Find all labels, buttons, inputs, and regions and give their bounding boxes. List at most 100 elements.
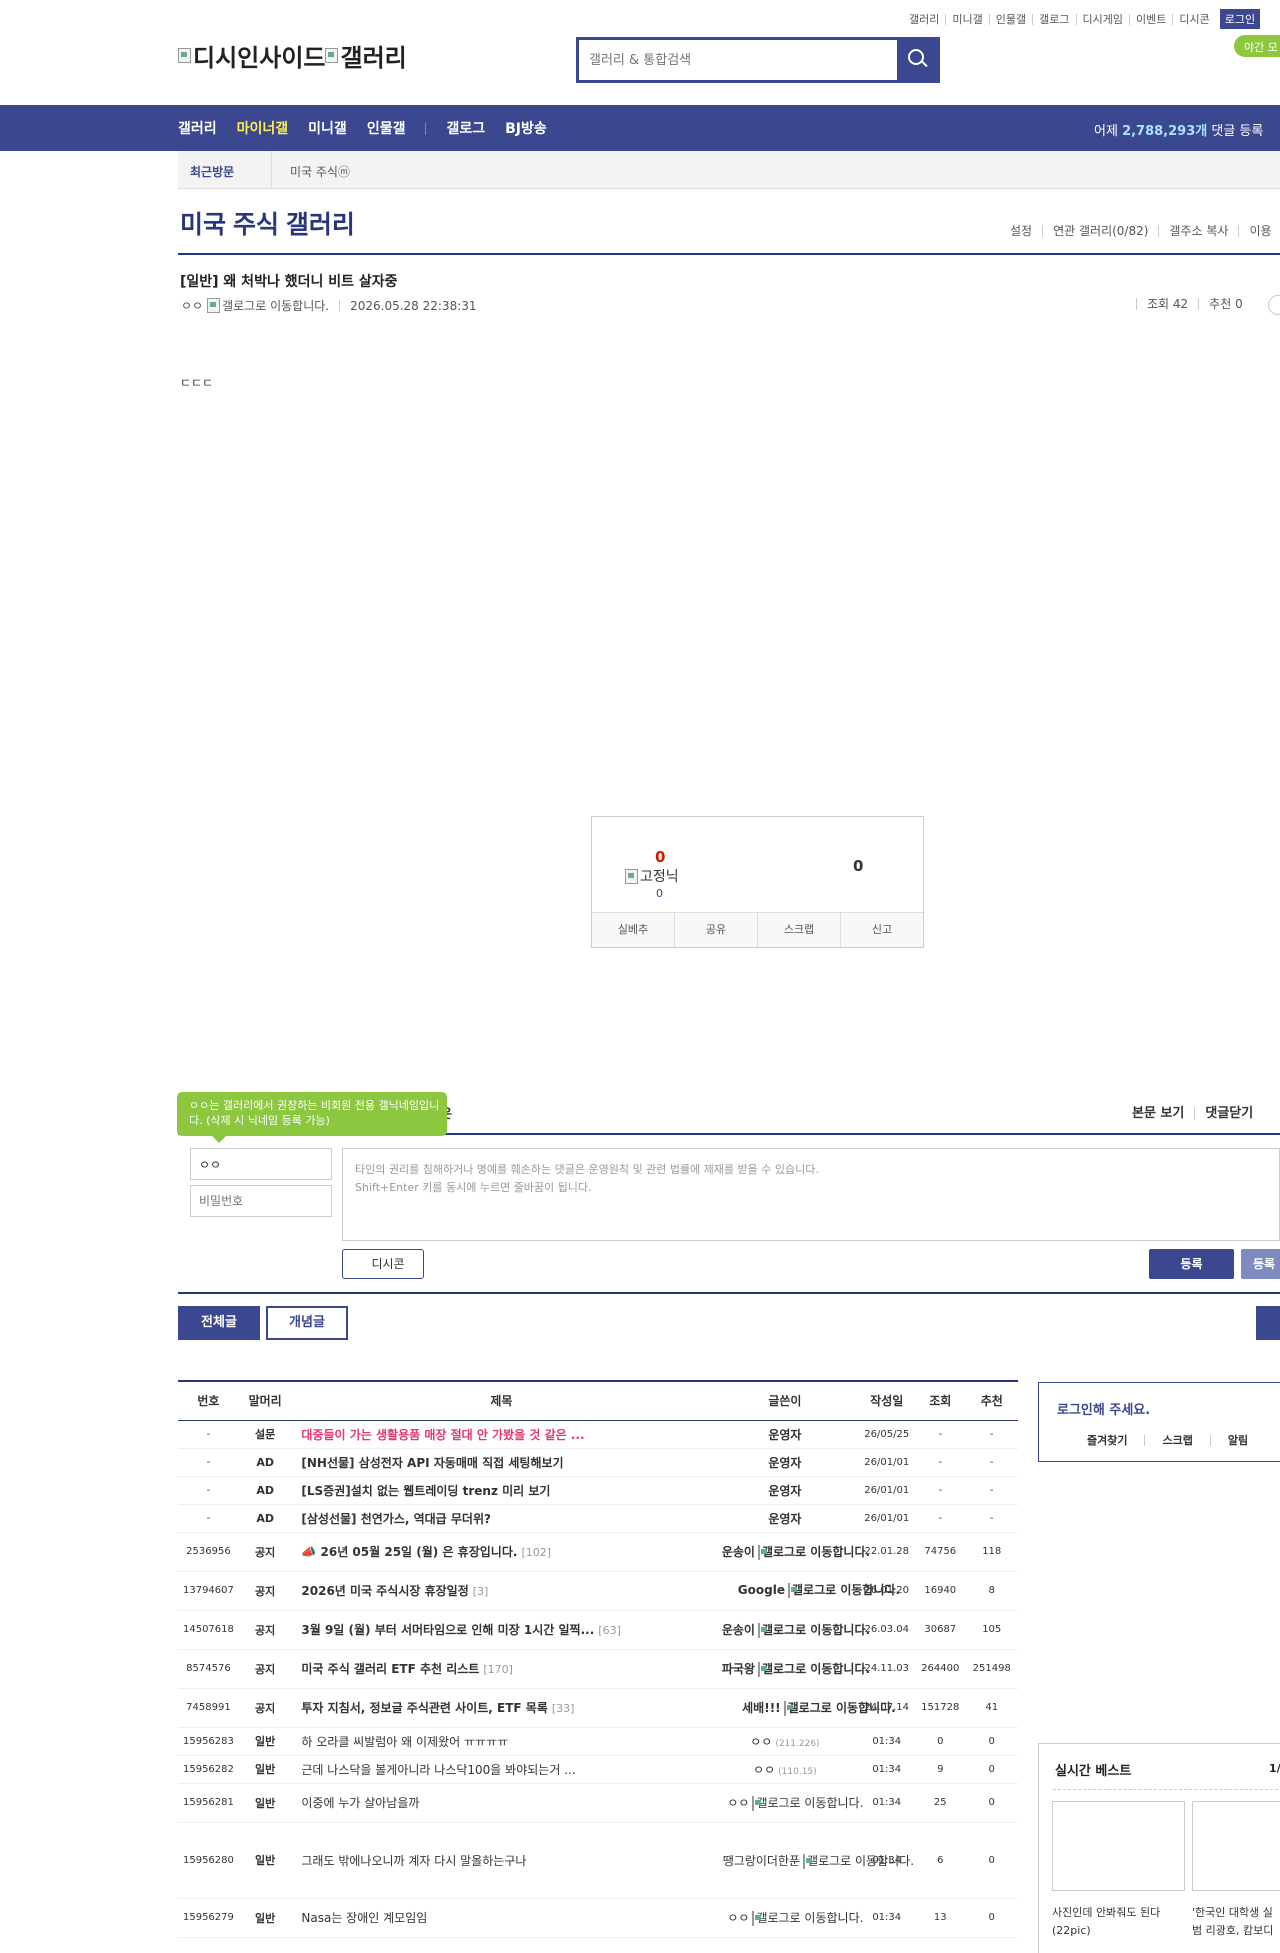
settings-link[interactable]: 설정 — [1000, 225, 1042, 237]
post-writer[interactable]: ㅇㅇ (211.226) — [711, 1727, 859, 1756]
post-writer[interactable]: 파국왕 갤로그로 이동합니다. — [711, 1649, 870, 1689]
table-row[interactable]: 15956281 일반 이중에 누가 살아남을까 ㅇㅇ 갤로그로 이동합니다. 01:34… — [178, 1783, 1018, 1823]
post-writer[interactable]: 운영자 — [711, 1448, 859, 1477]
post-writer[interactable]: 운영자 — [711, 1420, 859, 1449]
util-link-person[interactable]: 인물갤 — [988, 13, 1032, 25]
best-caption[interactable]: '한국인 대학생 실 범 리광호, 캄보디 — [1192, 1904, 1273, 1940]
post-subject-text[interactable]: 그래도 밖에나오니까 계자 다시 말올하는구나 — [301, 1854, 526, 1868]
writer-name[interactable]: 운송이 — [722, 1545, 755, 1559]
post-subject-text[interactable]: 이중에 누가 살아남을까 — [301, 1796, 419, 1810]
util-link-game[interactable]: 디시게임 — [1075, 13, 1129, 25]
report-button[interactable]: 신고 — [840, 913, 923, 947]
post-subject-text[interactable]: 투자 지침서, 정보글 주식관련 사이트, ETF 목록 — [301, 1701, 547, 1715]
gallog-icon[interactable] — [207, 298, 221, 313]
tab-concept-posts[interactable]: 개념글 — [266, 1306, 348, 1340]
best-thumbnail[interactable] — [1052, 1801, 1185, 1891]
table-row[interactable]: 15956279 일반 Nasa는 장애인 계모임임 ㅇㅇ 갤로그로 이동합니다. 01:… — [178, 1898, 1018, 1938]
post-writer[interactable]: ㅇㅇ 갤로그로 이동합니다. — [711, 1898, 863, 1938]
writer-name[interactable]: 세배!!! — [742, 1701, 781, 1715]
reply-count[interactable]: [170] — [483, 1663, 513, 1676]
post-writer[interactable]: 운영자 — [711, 1476, 859, 1505]
nav-person-gallery[interactable]: 인물갤 — [367, 118, 406, 138]
reply-count[interactable]: [33] — [552, 1702, 575, 1715]
search-icon[interactable] — [897, 40, 937, 80]
post-subject-text[interactable]: 미국 주식 갤러리 ETF 추천 리스트 — [301, 1662, 479, 1676]
reply-count[interactable]: [102] — [521, 1546, 551, 1559]
post-subject[interactable]: 📣 26년 05월 25일 (월) 은 휴장입니다. [102] — [291, 1532, 712, 1572]
util-link-event[interactable]: 이벤트 — [1128, 13, 1172, 25]
writer-name[interactable]: ㅇㅇ — [753, 1763, 775, 1777]
post-subject[interactable]: Nasa는 장애인 계모임임 — [291, 1898, 712, 1938]
post-subject[interactable]: 대중들이 가는 생활용품 매장 절대 안 가봤을 것 같은 ... — [291, 1420, 712, 1449]
post-subject[interactable]: 그래도 밖에나오니까 계자 다시 말올하는구나 — [291, 1822, 712, 1899]
view-body-link[interactable]: 본문 보기 — [1122, 1107, 1194, 1120]
post-writer[interactable]: 운송이 갤로그로 이동합니다. — [711, 1610, 870, 1650]
table-row[interactable]: - AD [LS증권]설치 없는 웹트레이딩 trenz 미리 보기 운영자 26/01… — [178, 1476, 1018, 1505]
table-row[interactable]: - AD [삼성선물] 천연가스, 역대급 무더위? 운영자 26/01/01- - — [178, 1504, 1018, 1533]
table-row[interactable]: - 설문 대중들이 가는 생활용품 매장 절대 안 가봤을 것 같은 ... 운영자 2… — [178, 1420, 1018, 1449]
writer-name[interactable]: Google — [738, 1583, 785, 1597]
post-writer[interactable]: ㅇㅇ (110.15) — [711, 1755, 859, 1784]
gallog-link[interactable]: 갤로그로 이동합니다. — [752, 1796, 863, 1811]
table-row[interactable]: 15956283 일반 하 오라클 씨발럼아 왜 이제왔어 ㅠㅠㅠㅠ ㅇㅇ (211.2… — [178, 1727, 1018, 1756]
copy-address-link[interactable]: 갤주소 복사 — [1158, 225, 1238, 237]
nav-minor-gallery[interactable]: 마이너갤 — [237, 118, 289, 138]
recent-visit-label[interactable]: 최근방문 — [190, 163, 234, 180]
more-options-icon[interactable] — [1268, 295, 1280, 315]
post-subject-text[interactable]: 2026년 미국 주식시장 휴장일정 — [301, 1584, 468, 1598]
post-subject[interactable]: 3월 9일 (월) 부터 서머타임으로 인해 미장 1시간 일찍... [63] — [291, 1610, 712, 1650]
post-writer[interactable]: 땡그랑이더한푼 갤로그로 이동합니다. — [711, 1822, 914, 1899]
gallog-link[interactable]: 갤로그로 이동합니다. — [803, 1853, 914, 1869]
nav-bj[interactable]: BJ방송 — [505, 118, 547, 138]
util-link-dccon[interactable]: 디시콘 — [1172, 13, 1215, 25]
post-subject-text[interactable]: [LS증권]설치 없는 웹트레이딩 trenz 미리 보기 — [301, 1484, 550, 1498]
table-row[interactable]: 15956282 일반 근데 나스닥을 볼게아니라 나스닥100을 봐야되는거 ..… — [178, 1755, 1018, 1784]
post-subject[interactable]: [삼성선물] 천연가스, 역대급 무더위? — [291, 1504, 712, 1533]
writer-name[interactable]: 파국왕 — [722, 1662, 755, 1676]
real-best-button[interactable]: 실베추 — [592, 913, 674, 947]
table-row[interactable]: 15956280 일반 그래도 밖에나오니까 계자 다시 말올하는구나 땡그랑이더한푼… — [178, 1822, 1018, 1899]
table-row[interactable]: 14507618 공지 3월 9일 (월) 부터 서머타임으로 인해 미장 1시간 … — [178, 1610, 1018, 1650]
post-writer[interactable]: Google 갤로그로 이동합니다. — [711, 1571, 900, 1611]
writer-name[interactable]: 운영자 — [768, 1428, 801, 1442]
best-thumbnail[interactable] — [1192, 1801, 1280, 1891]
writer-name[interactable]: ㅇㅇ — [727, 1796, 749, 1810]
table-row[interactable]: 2536956 공지 📣 26년 05월 25일 (월) 은 휴장입니다. [102]… — [178, 1532, 1018, 1572]
gallog-link[interactable]: 갤로그로 이동합니다. — [783, 1701, 896, 1716]
util-link-gallog[interactable]: 갤로그 — [1032, 13, 1075, 25]
scrap-button[interactable]: 스크랩 — [757, 913, 840, 947]
login-prompt[interactable]: 로그인해 주세요. — [1057, 1399, 1150, 1418]
dccon-button[interactable]: 디시콘 — [342, 1249, 424, 1279]
post-subject[interactable]: 2026년 미국 주식시장 휴장일정 [3] — [291, 1571, 712, 1611]
post-subject[interactable]: 하 오라클 씨발럼아 왜 이제왔어 ㅠㅠㅠㅠ — [291, 1727, 712, 1756]
alert-link[interactable]: 알림 — [1209, 1435, 1265, 1446]
util-link-mini[interactable]: 미니갤 — [945, 13, 988, 25]
search-input[interactable] — [579, 40, 899, 80]
related-gallery-link[interactable]: 연관 갤러리(0/82) — [1042, 225, 1158, 237]
post-subject-text[interactable]: 대중들이 가는 생활용품 매장 절대 안 가봤을 것 같은 ... — [301, 1428, 584, 1442]
post-writer[interactable]: 세배!!! 갤로그로 이동합니다. — [711, 1688, 896, 1728]
tab-all-posts[interactable]: 전체글 — [178, 1306, 260, 1340]
writer-name[interactable]: 운영자 — [768, 1484, 801, 1498]
post-subject[interactable]: [NH선물] 삼성전자 API 자동매매 직접 세팅해보기 — [291, 1448, 712, 1477]
util-link-gallery[interactable]: 갤러리 — [903, 14, 945, 25]
post-subject[interactable]: 투자 지침서, 정보글 주식관련 사이트, ETF 목록 [33] — [291, 1688, 712, 1728]
post-subject-text[interactable]: [NH선물] 삼성전자 API 자동매매 직접 세팅해보기 — [301, 1456, 563, 1470]
post-subject-text[interactable]: [삼성선물] 천연가스, 역대급 무더위? — [301, 1512, 491, 1526]
close-comments-link[interactable]: 댓글닫기 — [1194, 1107, 1263, 1120]
writer-name[interactable]: 운영자 — [768, 1456, 801, 1470]
upvote-count[interactable]: 0 — [655, 848, 665, 866]
comment-submit-button[interactable]: 등록 — [1149, 1249, 1234, 1279]
writer-name[interactable]: 땡그랑이더한푼 — [723, 1854, 800, 1868]
post-subject[interactable]: [LS증권]설치 없는 웹트레이딩 trenz 미리 보기 — [291, 1476, 712, 1505]
post-subject-text[interactable]: 📣 26년 05월 25일 (월) 은 휴장입니다. — [301, 1545, 517, 1559]
password-field[interactable] — [190, 1185, 332, 1217]
post-subject[interactable]: 근데 나스닥을 볼게아니라 나스닥100을 봐야되는거 ... — [291, 1755, 712, 1784]
comment-textarea[interactable]: 타인의 권리를 침해하거나 명예를 훼손하는 댓글은 운영원칙 및 관련 법률에… — [342, 1148, 1280, 1241]
reply-count[interactable]: [63] — [598, 1624, 621, 1637]
nav-gallery[interactable]: 갤러리 — [178, 118, 217, 138]
nav-gallog[interactable]: 갤로그 — [446, 118, 485, 138]
table-row[interactable]: 13794607 공지 2026년 미국 주식시장 휴장일정 [3] Google 갤로그… — [178, 1571, 1018, 1611]
best-caption[interactable]: 사진인데 안봐줘도 된다 (22pic) — [1052, 1904, 1160, 1940]
post-subject-text[interactable]: 근데 나스닥을 볼게아니라 나스닥100을 봐야되는거 ... — [301, 1763, 575, 1777]
